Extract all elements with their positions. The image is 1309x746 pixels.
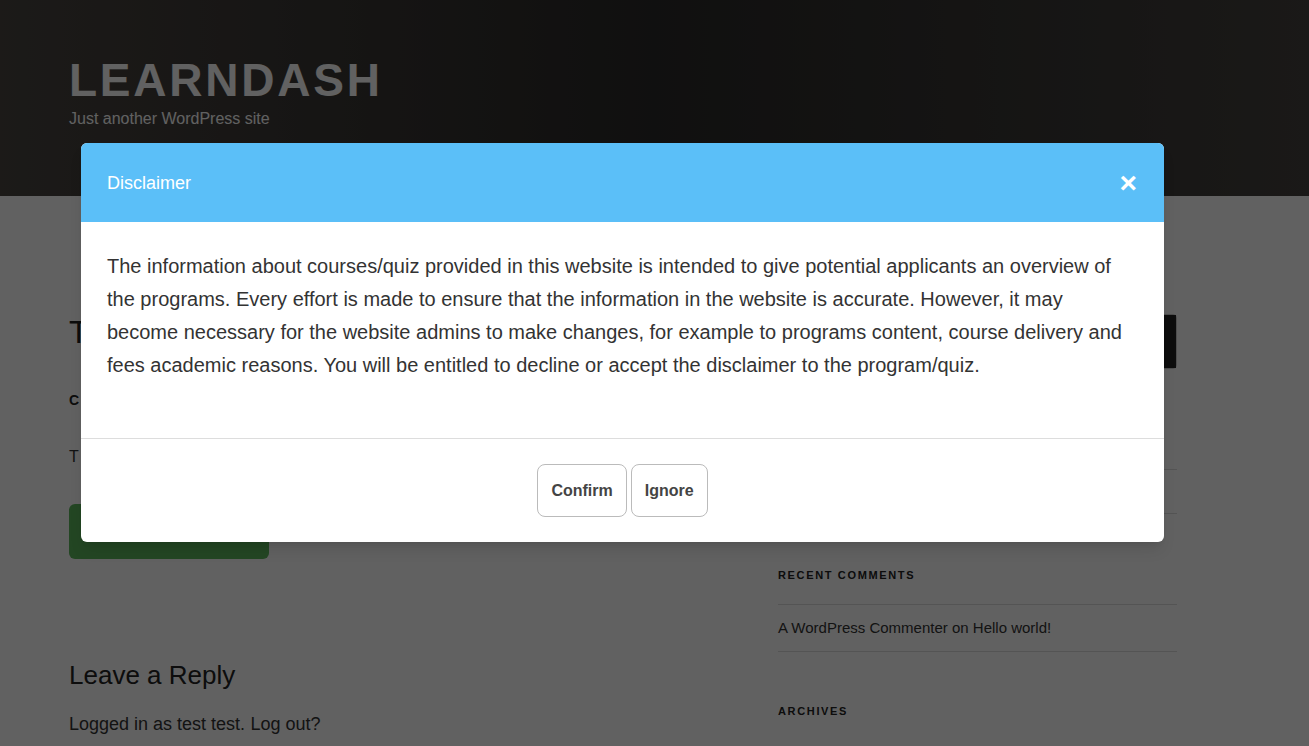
close-button[interactable]: × bbox=[1119, 168, 1138, 198]
ignore-button[interactable]: Ignore bbox=[631, 464, 708, 517]
disclaimer-modal: Disclaimer × The information about courses… bbox=[81, 143, 1164, 542]
modal-body: The information about courses/quiz provi… bbox=[81, 222, 1164, 438]
modal-title: Disclaimer bbox=[107, 171, 191, 195]
modal-footer: ConfirmIgnore bbox=[81, 438, 1164, 542]
modal-header: Disclaimer × bbox=[81, 143, 1164, 222]
page: LEARNDASHJust another WordPress siteTCTL… bbox=[0, 0, 1309, 746]
confirm-button[interactable]: Confirm bbox=[537, 464, 626, 517]
